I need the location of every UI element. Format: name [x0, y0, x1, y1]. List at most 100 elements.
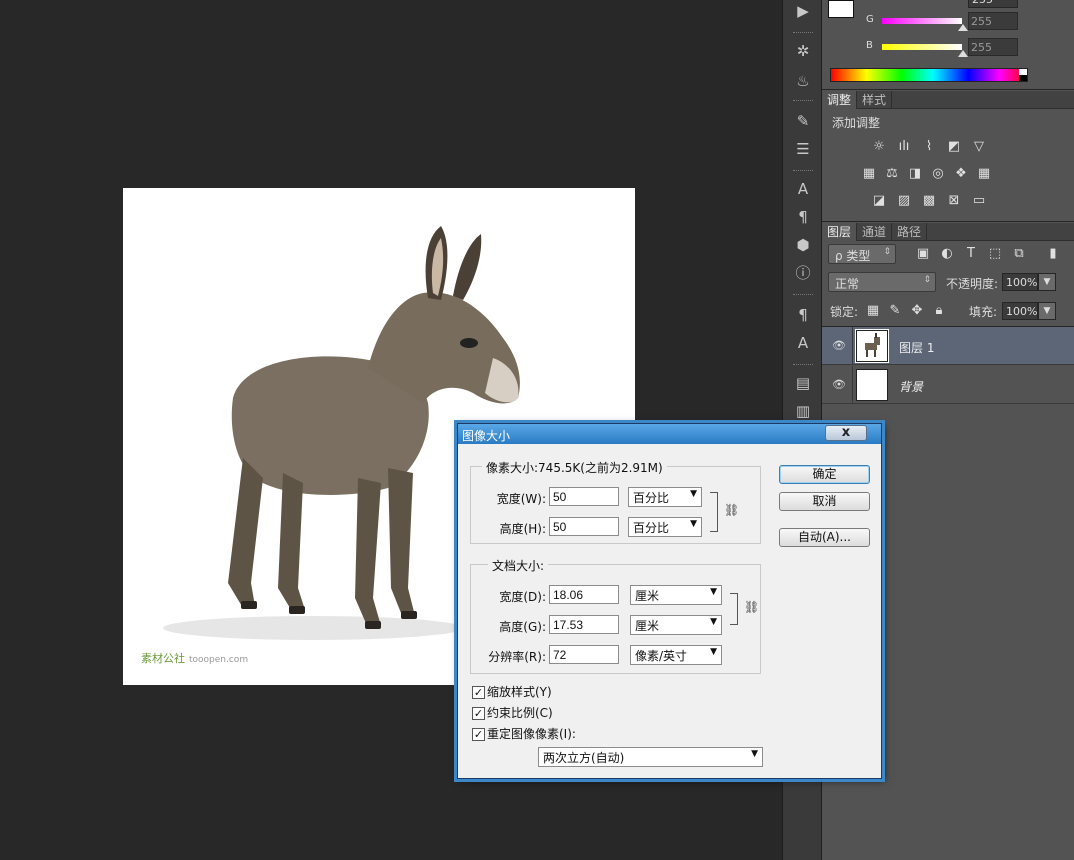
gradient-map-icon[interactable]: ▭	[970, 193, 988, 209]
resample-image-checkbox[interactable]: ✓ 重定图像像素(I):	[472, 725, 576, 741]
selective-color-icon[interactable]: ⊠	[945, 193, 963, 209]
blend-mode-value: 正常	[835, 277, 860, 291]
filter-toggle-icon[interactable]: ▮	[1044, 246, 1062, 262]
channel-value[interactable]: 255	[968, 12, 1018, 30]
constrain-proportions-checkbox[interactable]: ✓ 约束比例(C)	[472, 704, 553, 720]
slider-knob[interactable]	[958, 24, 968, 31]
filter-type-icon[interactable]: T	[962, 246, 980, 262]
play-icon[interactable]: ▶	[791, 0, 815, 22]
photo-filter-icon[interactable]: ◎	[929, 166, 947, 182]
fill-input[interactable]: 100%	[1002, 302, 1038, 320]
notes-icon[interactable]: ▤	[791, 372, 815, 394]
tab-channels[interactable]: 通道	[857, 223, 893, 241]
unit-value: 厘米	[635, 619, 660, 633]
pixel-height-unit-select[interactable]: 百分比 ▼	[628, 517, 702, 537]
filter-kind-value: ρ 类型	[835, 249, 871, 263]
close-button[interactable]: x	[825, 425, 867, 441]
checkmark-icon[interactable]: ✓	[472, 686, 485, 699]
donkey-thumbnail-icon	[865, 333, 880, 357]
3d-icon[interactable]: ⬢	[791, 234, 815, 256]
eye-icon[interactable]: 👁︎	[832, 378, 846, 391]
paragraph-styles-icon[interactable]: ¶	[791, 304, 815, 326]
filter-pixel-icon[interactable]: ▣	[914, 246, 932, 262]
layer-filter-select[interactable]: ρ 类型 ⇕	[828, 244, 896, 264]
character-icon[interactable]: A	[791, 178, 815, 200]
exposure-icon[interactable]: ◩	[945, 139, 963, 155]
invert-icon[interactable]: ◪	[870, 193, 888, 209]
posterize-icon[interactable]: ▨	[895, 193, 913, 209]
hue-saturation-icon[interactable]: ▦	[860, 166, 878, 182]
dialog-titlebar[interactable]: 图像大小 x	[458, 424, 881, 444]
layer-row[interactable]: 👁︎ 图层 1	[822, 327, 1074, 365]
layer-name[interactable]: 背景	[899, 378, 923, 395]
doc-width-input[interactable]	[549, 585, 619, 604]
doc-width-unit-select[interactable]: 厘米 ▼	[630, 585, 722, 605]
vibrance-icon[interactable]: ▽	[970, 139, 988, 155]
ok-button[interactable]: 确定	[779, 465, 870, 484]
auto-button[interactable]: 自动(A)...	[779, 528, 870, 547]
color-balance-icon[interactable]: ⚖	[883, 166, 901, 182]
tool-presets-icon[interactable]: ✎	[791, 110, 815, 132]
opacity-dropdown[interactable]: ▼	[1038, 273, 1056, 291]
scale-styles-checkbox[interactable]: ✓ 缩放样式(Y)	[472, 683, 552, 699]
channel-slider[interactable]	[882, 18, 962, 24]
pixel-height-label: 高度(H):	[499, 522, 546, 536]
fill-dropdown[interactable]: ▼	[1038, 302, 1056, 320]
doc-height-input[interactable]	[549, 615, 619, 634]
filter-adjust-icon[interactable]: ◐	[938, 246, 956, 262]
slider-knob[interactable]	[958, 50, 968, 57]
lock-all-icon[interactable]: 🔒︎	[930, 303, 948, 319]
pixel-width-unit-select[interactable]: 百分比 ▼	[628, 487, 702, 507]
layer-row[interactable]: 👁︎ 背景	[822, 366, 1074, 404]
layer-name[interactable]: 图层 1	[899, 339, 934, 356]
color-lookup-icon[interactable]: ▦	[975, 166, 993, 182]
levels-icon[interactable]: ılı	[895, 139, 913, 155]
channel-slider[interactable]	[882, 44, 962, 50]
brush-settings-icon[interactable]: ✲	[791, 40, 815, 62]
checkmark-icon[interactable]: ✓	[472, 728, 485, 741]
checkmark-icon[interactable]: ✓	[472, 707, 485, 720]
lock-move-icon[interactable]: ✥	[908, 303, 926, 319]
black-white-icon[interactable]: ◨	[906, 166, 924, 182]
opacity-input[interactable]: 100%	[1002, 273, 1038, 291]
pixel-width-input[interactable]	[549, 487, 619, 506]
image-size-dialog: 图像大小 x 像素大小:745.5K(之前为2.91M) 宽度(W): 百分比 ▼…	[457, 423, 882, 779]
sliders-icon[interactable]: ☰	[791, 138, 815, 160]
tab-layers[interactable]: 图层	[822, 223, 858, 241]
doc-height-unit-select[interactable]: 厘米 ▼	[630, 615, 722, 635]
lock-transparent-icon[interactable]: ▦	[864, 303, 882, 319]
tab-paths[interactable]: 路径	[892, 223, 928, 241]
resample-method-value: 两次立方(自动)	[543, 751, 625, 765]
grip-divider	[793, 100, 813, 102]
color-r-value[interactable]: 255	[968, 0, 1018, 8]
brightness-icon[interactable]: ☼	[870, 139, 888, 155]
channel-value[interactable]: 255	[968, 38, 1018, 56]
resolution-input[interactable]	[549, 645, 619, 664]
cancel-button[interactable]: 取消	[779, 492, 870, 511]
doc-size-title: 文档大小:	[488, 557, 549, 574]
color-spectrum[interactable]	[830, 68, 1028, 82]
dialog-title: 图像大小	[462, 429, 511, 443]
black-white-swatch[interactable]	[1019, 69, 1027, 81]
filter-smart-icon[interactable]: ⧉	[1010, 246, 1028, 262]
threshold-icon[interactable]: ▩	[920, 193, 938, 209]
eye-icon[interactable]: 👁︎	[832, 339, 846, 352]
resolution-unit-select[interactable]: 像素/英寸 ▼	[630, 645, 722, 665]
document-icon[interactable]: ▥	[791, 400, 815, 422]
channel-mixer-icon[interactable]: ❖	[952, 166, 970, 182]
filter-shape-icon[interactable]: ⬚	[986, 246, 1004, 262]
resample-method-select[interactable]: 两次立方(自动) ▼	[538, 747, 763, 767]
grip-divider	[793, 170, 813, 172]
clone-source-icon[interactable]: ♨	[791, 70, 815, 92]
tab-adjustments[interactable]: 调整	[822, 91, 858, 109]
doc-height-label: 高度(G):	[499, 620, 546, 634]
curves-icon[interactable]: ⌇	[920, 139, 938, 155]
tab-styles[interactable]: 样式	[857, 91, 893, 109]
link-bracket	[710, 492, 718, 532]
info-icon[interactable]: ⓘ	[791, 262, 815, 284]
paragraph-icon[interactable]: ¶	[791, 206, 815, 228]
character-styles-icon[interactable]: A	[791, 332, 815, 354]
pixel-height-input[interactable]	[549, 517, 619, 536]
blend-mode-select[interactable]: 正常 ⇕	[828, 272, 936, 292]
lock-paint-icon[interactable]: ✎	[886, 303, 904, 319]
